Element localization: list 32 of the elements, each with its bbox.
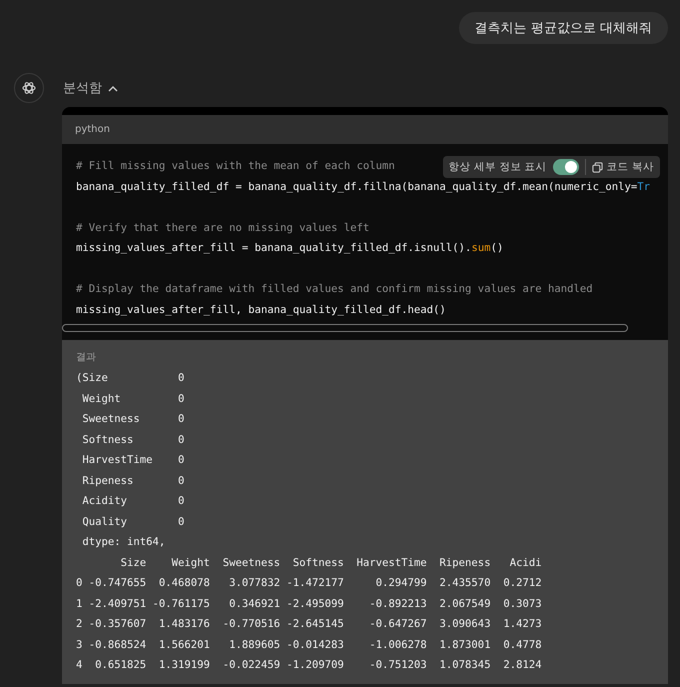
output-label: 결과 [76, 351, 97, 364]
output-line: Weight 0 [81, 392, 186, 406]
scrollbar[interactable] [62, 324, 628, 332]
output-line: Ripeness 0 [81, 474, 186, 488]
code-line: missing_values_after_fill = banana_quality_filled_df.isnull().sum() [76, 241, 504, 256]
language-label: python [62, 115, 668, 144]
user-message: 결측치는 평균값으로 대체해줘 [458, 12, 668, 44]
output-line: 0 -0.747655 0.468078 3.077832 -1.472177 0.294799 2.435570 0.2712 [76, 576, 543, 591]
code-line: banana_quality_filled_df = banana_quality_df.fillna(banana_quality_df.mean(numeric_only=Tr [76, 180, 650, 194]
output-line: Sweetness 0 [81, 412, 186, 427]
details-toggle[interactable] [552, 159, 579, 175]
output-line: 3 -0.868524 1.566201 1.889605 -0.014283 -1.006278 1.873001 0.4778 [76, 638, 543, 652]
output-line: (Size 0 [76, 371, 186, 386]
output-line: HarvestTime 0 [81, 453, 186, 468]
code-line: # Display the dataframe with filled values and confirm missing values are handled [76, 282, 593, 297]
output-line: Quality 0 [81, 514, 186, 530]
output-line: 2 -0.357607 1.483176 -0.770516 -2.645145 -0.647267 3.090643 1.4273 [76, 617, 543, 632]
output-line: 1 -2.409751 -0.761175 0.346921 -2.495099 -0.892213 2.067549 0.3073 [76, 596, 543, 612]
code-line: # Verify that there are no missing values left [76, 220, 370, 236]
logo-icon [21, 80, 37, 96]
output-line: dtype: int64, [81, 535, 166, 550]
analysis-status: 분석함 [63, 80, 102, 97]
chevron-icon[interactable] [108, 84, 118, 92]
output-line: Softness 0 [81, 432, 186, 448]
copy-icon [592, 162, 603, 172]
details-label: 항상 세부 정보 표시 [448, 160, 547, 174]
output-line: Acidity 0 [81, 494, 186, 509]
output-line: Size Weight Sweetness Softness HarvestTime Ripeness Acidi [120, 556, 543, 570]
output-line: 4 0.651825 1.319199 -0.022459 -1.209709 -0.751203 1.078345 2.8124 [76, 658, 543, 673]
code-line: missing_values_after_fill, banana_quality_filled_df.head() [76, 302, 446, 318]
copy-code-button[interactable]: 코드 복사 [592, 160, 654, 174]
code-line: # Fill missing values with the mean of each column [76, 159, 395, 174]
